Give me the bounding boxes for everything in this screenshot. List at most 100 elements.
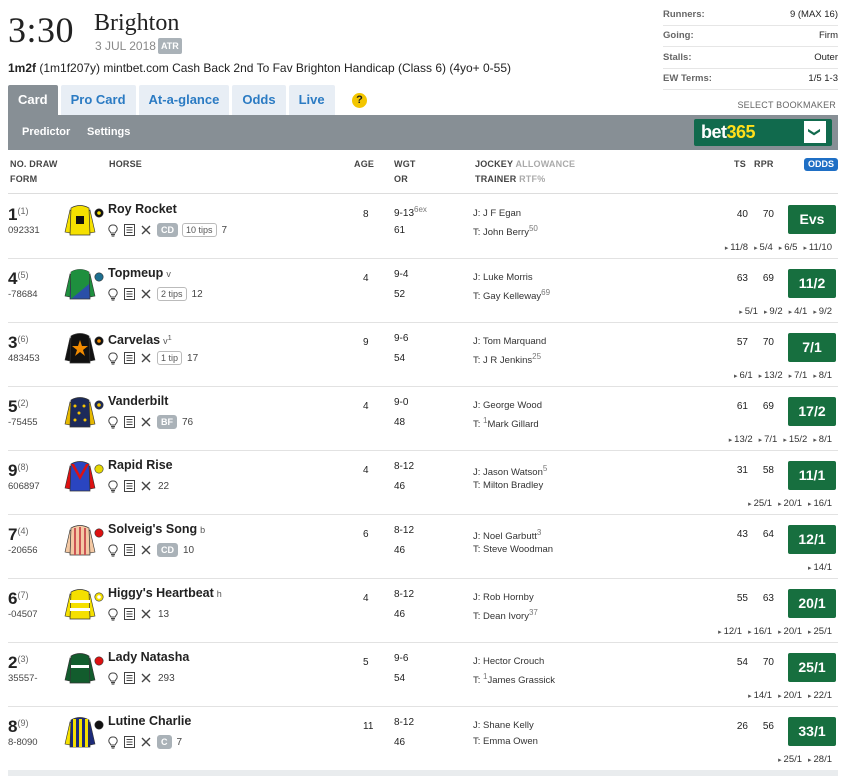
jockey-silk-icon xyxy=(64,266,104,300)
odds-movement-price: 25/1 xyxy=(808,626,832,637)
odds-button[interactable]: 11/2 xyxy=(788,269,836,298)
odds-movement-price: 6/1 xyxy=(734,370,753,381)
lightbulb-icon[interactable] xyxy=(108,672,118,685)
close-icon[interactable] xyxy=(141,545,151,555)
subnav-settings[interactable]: Settings xyxy=(87,115,130,150)
topspeed-rating: 61 xyxy=(736,401,748,412)
jockey[interactable]: J: Tom Marquand xyxy=(473,336,546,347)
weight-value: 9-13 xyxy=(394,208,415,219)
tab-live[interactable]: Live xyxy=(288,85,335,115)
close-icon[interactable] xyxy=(141,353,151,363)
lightbulb-icon[interactable] xyxy=(108,288,118,301)
close-icon[interactable] xyxy=(141,225,151,235)
odds-button[interactable]: 12/1 xyxy=(788,525,836,554)
horse-name-link[interactable]: Roy Rocket xyxy=(108,202,177,217)
horse-name-link[interactable]: Vanderbilt xyxy=(108,394,168,409)
trainer[interactable]: T: Milton Bradley xyxy=(473,480,543,491)
horse-name-link[interactable]: Carvelas v1 xyxy=(108,330,172,349)
odds-movement-price: 20/1 xyxy=(778,690,802,701)
jockey[interactable]: J: Rob Hornby xyxy=(473,592,534,603)
horse-name: Higgy's Heartbeat xyxy=(108,586,214,600)
trainer[interactable]: T: 1Mark Gillard xyxy=(473,416,539,430)
jockey[interactable]: J: Shane Kelly xyxy=(473,720,534,731)
tips-badge[interactable]: 2 tips xyxy=(157,287,187,301)
info-value: 1/5 1-3 xyxy=(808,73,838,85)
tab-pro-card[interactable]: Pro Card xyxy=(60,85,136,115)
subnav-predictor[interactable]: Predictor xyxy=(22,115,70,150)
close-icon[interactable] xyxy=(141,481,151,491)
bookmaker-select[interactable]: bet365 ❯ xyxy=(694,119,832,146)
help-icon[interactable]: ? xyxy=(352,93,367,108)
trainer-prefix: T: Dean Ivory xyxy=(473,611,529,622)
odds-movement-price: 25/1 xyxy=(778,754,802,765)
lightbulb-icon[interactable] xyxy=(108,608,118,621)
runner-age: 4 xyxy=(363,465,369,476)
horse-name-link[interactable]: Lady Natasha xyxy=(108,650,189,665)
notes-icon[interactable] xyxy=(124,480,135,492)
lightbulb-icon[interactable] xyxy=(108,352,118,365)
runner-icons: 22 xyxy=(108,479,169,493)
notes-icon[interactable] xyxy=(124,544,135,556)
topspeed-rating: 57 xyxy=(736,337,748,348)
trainer[interactable]: T: 1James Grassick xyxy=(473,672,555,686)
jockey[interactable]: J: Hector Crouch xyxy=(473,656,544,667)
topspeed-rating: 54 xyxy=(736,657,748,668)
jockey[interactable]: J: J F Egan xyxy=(473,208,521,219)
close-icon[interactable] xyxy=(141,289,151,299)
lightbulb-icon[interactable] xyxy=(108,416,118,429)
trainer[interactable]: T: John Berry50 xyxy=(473,224,538,238)
horse-name-link[interactable]: Solveig's Song b xyxy=(108,522,205,538)
jockey[interactable]: J: Luke Morris xyxy=(473,272,533,283)
close-icon[interactable] xyxy=(141,673,151,683)
tab-odds[interactable]: Odds xyxy=(232,85,286,115)
tab-card[interactable]: Card xyxy=(8,85,58,115)
close-icon[interactable] xyxy=(141,417,151,427)
header-odds-badge[interactable]: ODDS xyxy=(804,158,839,171)
notes-icon[interactable] xyxy=(124,416,135,428)
days-since-run: 76 xyxy=(182,416,194,428)
odds-button[interactable]: Evs xyxy=(788,205,836,234)
close-icon[interactable] xyxy=(141,737,151,747)
trainer[interactable]: T: Gay Kelleway69 xyxy=(473,288,550,302)
horse-name-link[interactable]: Topmeup v xyxy=(108,266,171,282)
lightbulb-icon[interactable] xyxy=(108,736,118,749)
horse-name-link[interactable]: Rapid Rise xyxy=(108,458,173,473)
saddle-number: 7(4) xyxy=(8,521,28,545)
weight-value: 8-12 xyxy=(394,461,415,472)
odds-button[interactable]: 11/1 xyxy=(788,461,836,490)
chevron-down-icon[interactable]: ❯ xyxy=(804,121,826,143)
tips-badge[interactable]: 10 tips xyxy=(182,223,217,237)
odds-button[interactable]: 25/1 xyxy=(788,653,836,682)
trainer[interactable]: T: Emma Owen xyxy=(473,736,538,747)
odds-button[interactable]: 33/1 xyxy=(788,717,836,746)
jockey[interactable]: J: George Wood xyxy=(473,400,542,411)
notes-icon[interactable] xyxy=(124,352,135,364)
jockey-silk-icon xyxy=(64,458,104,492)
notes-icon[interactable] xyxy=(124,672,135,684)
lightbulb-icon[interactable] xyxy=(108,224,118,237)
jockey[interactable]: J: Jason Watson5 xyxy=(473,464,547,478)
tips-badge[interactable]: 1 tip xyxy=(157,351,183,365)
tab-at-a-glance[interactable]: At-a-glance xyxy=(138,85,230,115)
odds-button[interactable]: 17/2 xyxy=(788,397,836,426)
close-icon[interactable] xyxy=(141,609,151,619)
notes-icon[interactable] xyxy=(124,608,135,620)
notes-icon[interactable] xyxy=(124,288,135,300)
lightbulb-icon[interactable] xyxy=(108,544,118,557)
trainer[interactable]: T: Dean Ivory37 xyxy=(473,608,538,622)
jockey-silk-icon xyxy=(64,650,104,684)
notes-icon[interactable] xyxy=(124,224,135,236)
horse-name-link[interactable]: Higgy's Heartbeat h xyxy=(108,586,222,602)
race-date-text: 3 JUL 2018 xyxy=(95,39,156,53)
odds-button[interactable]: 20/1 xyxy=(788,589,836,618)
odds-button[interactable]: 7/1 xyxy=(788,333,836,362)
trainer[interactable]: T: J R Jenkins25 xyxy=(473,352,541,366)
horse-name-link[interactable]: Lutine Charlie xyxy=(108,714,191,729)
jockey-silk-icon xyxy=(64,522,104,556)
lightbulb-icon[interactable] xyxy=(108,480,118,493)
jockey[interactable]: J: Noel Garbutt3 xyxy=(473,528,541,542)
notes-icon[interactable] xyxy=(124,736,135,748)
trainer-rtf: 25 xyxy=(532,352,542,361)
trainer[interactable]: T: Steve Woodman xyxy=(473,544,553,555)
course-name[interactable]: Brighton xyxy=(94,8,179,38)
